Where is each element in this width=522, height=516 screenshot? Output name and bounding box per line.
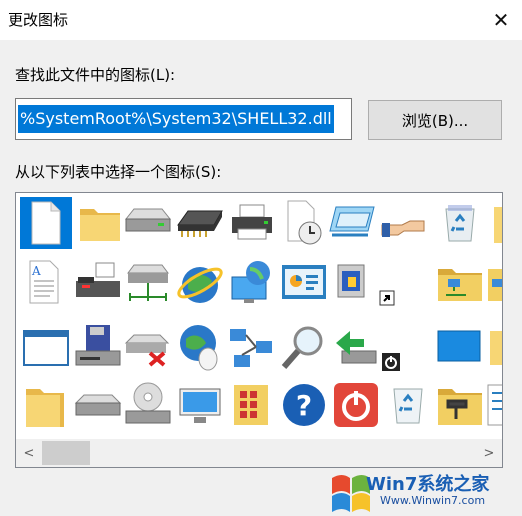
globe-monitor-icon[interactable]	[226, 257, 278, 309]
browse-button[interactable]: 浏览(B)...	[368, 100, 502, 140]
screensaver-icon[interactable]	[330, 257, 382, 309]
drive-icon[interactable]	[122, 197, 174, 249]
chevron-right-icon: >	[483, 445, 495, 461]
folder-grid-icon[interactable]	[226, 379, 278, 431]
text-document-icon[interactable]: A	[20, 257, 72, 309]
recycle-bin-full-icon[interactable]	[434, 197, 486, 249]
power-icon[interactable]	[330, 379, 382, 431]
checklist-icon[interactable]	[486, 379, 502, 431]
file-path-input[interactable]: %SystemRoot%\System32\SHELL32.dll	[15, 98, 352, 140]
window-title: 更改图标	[8, 11, 69, 29]
power-small-icon[interactable]	[380, 351, 402, 373]
floppy-drive-icon[interactable]	[72, 321, 124, 373]
svg-text:A: A	[31, 264, 41, 278]
folder-icon[interactable]	[20, 379, 72, 431]
fax-printer-icon[interactable]	[72, 257, 124, 309]
folder-partial-icon[interactable]	[486, 321, 502, 373]
recycle-bin-empty-icon[interactable]	[382, 379, 434, 431]
globe-mouse-icon[interactable]	[174, 321, 226, 373]
blank-document-icon[interactable]	[20, 197, 72, 249]
scrollbar-thumb[interactable]	[42, 441, 90, 465]
scroll-left-button[interactable]: <	[18, 439, 40, 467]
network-drive-icon[interactable]	[122, 257, 174, 309]
network-computers-icon[interactable]	[226, 321, 278, 373]
network-folder-icon[interactable]	[434, 257, 486, 309]
folder-icon[interactable]	[74, 197, 126, 249]
window-stack-icon[interactable]	[328, 197, 380, 249]
hand-share-icon[interactable]	[380, 197, 432, 249]
tools-folder-icon[interactable]	[434, 379, 486, 431]
close-icon: ✕	[492, 8, 510, 32]
horizontal-scrollbar[interactable]: < >	[16, 439, 502, 467]
help-icon[interactable]: ?	[278, 379, 330, 431]
file-label: 查找此文件中的图标(L):	[15, 66, 176, 84]
watermark-brand: Win7系统之家	[366, 474, 490, 495]
chevron-left-icon: <	[23, 445, 35, 461]
clock-document-icon[interactable]	[278, 197, 330, 249]
globe-ie-icon[interactable]	[174, 257, 226, 309]
icon-list[interactable]: A ? < >	[15, 192, 503, 468]
magnifier-icon[interactable]	[278, 321, 330, 373]
memory-chip-icon[interactable]	[174, 197, 226, 249]
disconnected-drive-icon[interactable]	[122, 321, 174, 373]
usb-drive-icon[interactable]	[330, 321, 382, 373]
icon-list-label: 从以下列表中选择一个图标(S):	[15, 163, 222, 181]
monitor-icon[interactable]	[174, 379, 226, 431]
close-button[interactable]: ✕	[480, 0, 522, 40]
cd-drive-icon[interactable]	[122, 379, 174, 431]
watermark-url: Www.Winwin7.com	[380, 494, 486, 507]
removable-drive-icon[interactable]	[72, 379, 124, 431]
window-icon[interactable]	[20, 321, 72, 373]
shortcut-arrow-icon[interactable]	[378, 289, 398, 309]
svg-text:?: ?	[296, 389, 312, 422]
control-panel-icon[interactable]	[278, 257, 330, 309]
folder-network-partial-icon[interactable]	[486, 257, 502, 309]
scroll-right-button[interactable]: >	[478, 439, 500, 467]
printer-icon[interactable]	[226, 197, 278, 249]
file-path-text: %SystemRoot%\System32\SHELL32.dll	[18, 105, 334, 133]
folder-partial-icon[interactable]	[490, 197, 502, 249]
title-bar: 更改图标 ✕	[0, 0, 522, 40]
blue-monitor-icon[interactable]	[434, 321, 486, 373]
